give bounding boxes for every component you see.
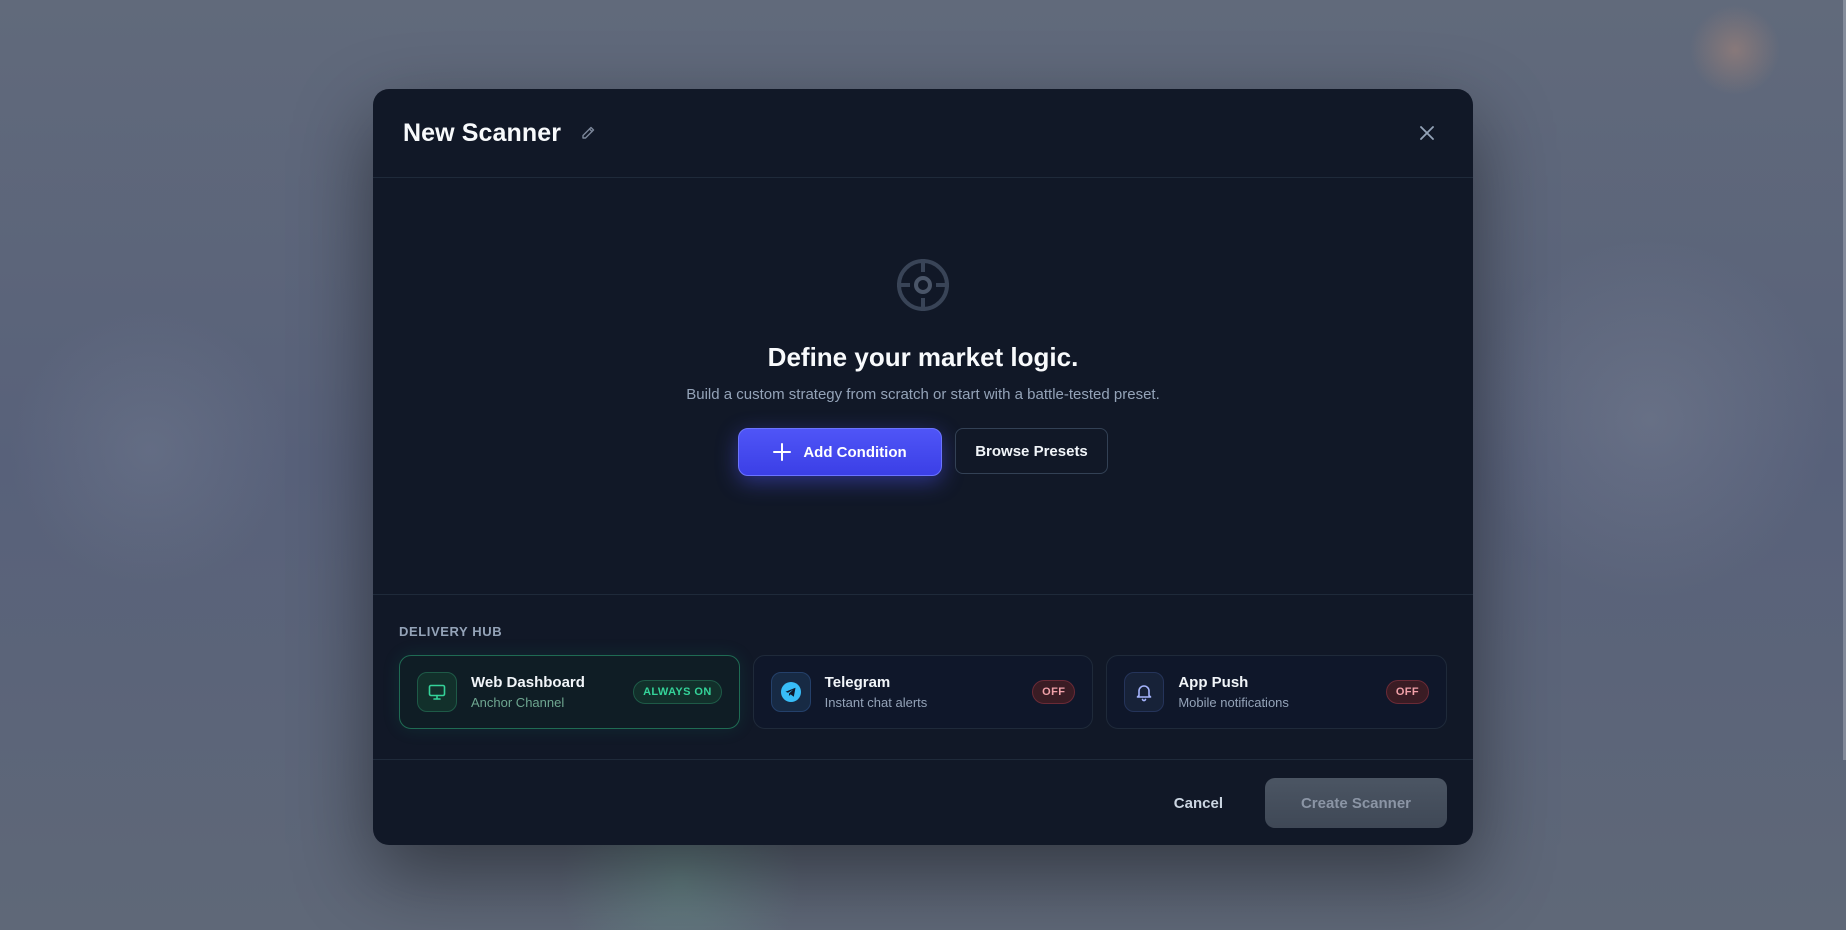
delivery-hub-label: DELIVERY HUB — [399, 624, 503, 639]
channel-name: Web Dashboard — [471, 674, 585, 691]
browse-presets-button[interactable]: Browse Presets — [955, 428, 1108, 474]
close-icon[interactable] — [1415, 121, 1439, 145]
channel-text: App Push Mobile notifications — [1178, 674, 1289, 710]
dialog-title: New Scanner — [403, 118, 562, 147]
status-badge[interactable]: OFF — [1385, 680, 1430, 704]
empty-state-headline: Define your market logic. — [767, 342, 1079, 372]
delivery-hub: DELIVERY HUB Web Dashboard Anchor Channe… — [373, 595, 1473, 760]
channel-web-dashboard[interactable]: Web Dashboard Anchor Channel ALWAYS ON — [399, 655, 740, 729]
empty-state: Define your market logic. Build a custom… — [373, 178, 1473, 595]
delivery-channels: Web Dashboard Anchor Channel ALWAYS ON T… — [399, 655, 1448, 729]
channel-description: Instant chat alerts — [824, 695, 928, 710]
empty-state-actions: Add Condition Browse Presets — [738, 428, 1108, 476]
cancel-button[interactable]: Cancel — [1168, 794, 1229, 813]
create-scanner-button[interactable]: Create Scanner — [1265, 778, 1447, 828]
telegram-icon — [770, 672, 811, 712]
empty-state-subtitle: Build a custom strategy from scratch or … — [686, 386, 1160, 403]
status-badge: ALWAYS ON — [633, 680, 722, 704]
plus-icon — [773, 443, 792, 461]
add-condition-button[interactable]: Add Condition — [738, 428, 942, 476]
channel-text: Telegram Instant chat alerts — [825, 674, 928, 710]
dialog-footer: Cancel Create Scanner — [373, 760, 1473, 845]
monitor-icon — [417, 672, 457, 712]
edit-title-icon[interactable] — [579, 124, 597, 142]
channel-name: App Push — [1178, 674, 1249, 691]
status-badge[interactable]: OFF — [1032, 680, 1076, 704]
bell-icon — [1124, 672, 1165, 712]
channel-name: Telegram — [824, 674, 891, 691]
channel-text: Web Dashboard Anchor Channel — [471, 674, 585, 710]
channel-app-push[interactable]: App Push Mobile notifications OFF — [1106, 655, 1448, 729]
crosshair-icon — [897, 259, 949, 311]
add-condition-label: Add Condition — [803, 443, 907, 461]
new-scanner-dialog: New Scanner Define your market logic. Bu… — [373, 89, 1473, 845]
channel-description: Anchor Channel — [471, 695, 565, 710]
channel-telegram[interactable]: Telegram Instant chat alerts OFF — [752, 655, 1094, 729]
dialog-header: New Scanner — [373, 89, 1473, 178]
channel-description: Mobile notifications — [1178, 695, 1289, 710]
